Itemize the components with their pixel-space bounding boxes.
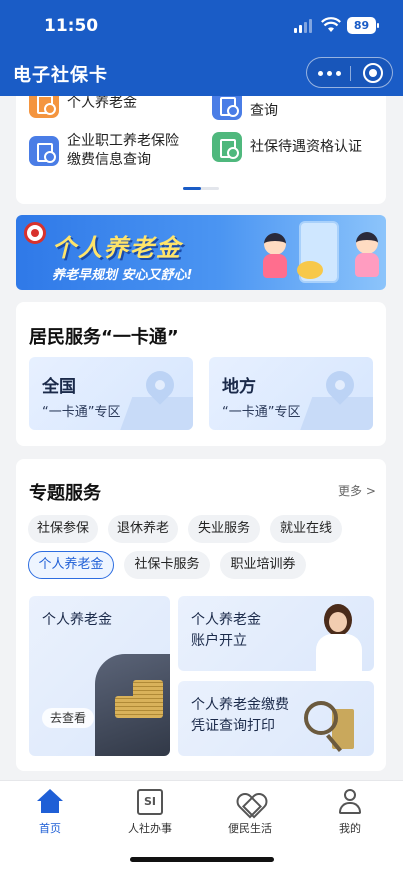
- more-link[interactable]: 更多 >: [338, 482, 376, 499]
- more-options-icon[interactable]: [318, 71, 342, 76]
- wifi-icon: [321, 17, 341, 32]
- tab-label: 便民生活: [228, 822, 272, 835]
- capsule-divider: [350, 66, 351, 81]
- services-grid-card: 个人养老金 查询 企业职工养老保险 缴费信息查询 社保待遇资格认证: [16, 96, 386, 204]
- grid-item-label: 社保待遇资格认证: [250, 138, 362, 155]
- status-time: 11:50: [44, 16, 99, 36]
- tab-label: 我的: [339, 822, 361, 835]
- grid-item-label: 个人养老金: [67, 96, 137, 111]
- topic-services-section: 专题服务 更多 > 社保参保 退休养老 失业服务 就业在线 个人养老金 社保卡服…: [16, 459, 386, 771]
- tile-title: 个人养老金: [42, 612, 112, 628]
- chip-card-service[interactable]: 社保卡服务: [124, 551, 210, 579]
- tile-title-line2: 凭证查询打印: [191, 718, 275, 734]
- woman-phone-illustration: [316, 604, 362, 671]
- grid-item-label-line1: 企业职工养老保险: [67, 133, 179, 149]
- zone-title: 全国: [42, 377, 76, 397]
- heart-hands-icon: [237, 789, 263, 815]
- grid-item-personal-pension[interactable]: 个人养老金: [29, 96, 137, 118]
- query-icon: [212, 96, 242, 120]
- chip-personal-pension[interactable]: 个人养老金: [28, 551, 114, 579]
- tile-title-line2: 账户开立: [191, 633, 247, 649]
- tab-services[interactable]: SI 人社办事: [100, 789, 200, 839]
- tab-label: 首页: [39, 822, 61, 835]
- tile-title-line1: 个人养老金缴费: [191, 697, 289, 713]
- grid-item-label: 查询: [250, 103, 278, 119]
- grid-item-label-line2: 缴费信息查询: [67, 152, 151, 168]
- national-zone-card[interactable]: 全国 “一卡通”专区: [29, 357, 193, 430]
- banner-subtitle: 养老早规划 安心又舒心!: [52, 268, 193, 283]
- zone-title: 地方: [222, 377, 256, 397]
- chip-training-voucher[interactable]: 职业培训券: [220, 551, 306, 579]
- tile-title-line1: 个人养老金: [191, 612, 261, 628]
- magnifier-illustration: [304, 701, 338, 735]
- top-header: 11:50 89 电子社保卡: [0, 0, 403, 96]
- chip-social-insurance[interactable]: 社保参保: [28, 515, 98, 543]
- app-title: 电子社保卡: [13, 65, 108, 86]
- document-search-icon: [29, 136, 59, 166]
- section-title: 专题服务: [29, 483, 101, 504]
- chip-unemployment[interactable]: 失业服务: [188, 515, 260, 543]
- person-icon: [337, 789, 363, 815]
- bottom-tab-bar: 首页 SI 人社办事 便民生活 我的: [0, 780, 403, 871]
- local-zone-card[interactable]: 地方 “一卡通”专区: [209, 357, 373, 430]
- tile-account-opening[interactable]: 个人养老金 账户开立: [178, 596, 374, 671]
- pension-banner[interactable]: 个人养老金 养老早规划 安心又舒心!: [16, 215, 386, 290]
- tile-personal-pension[interactable]: 个人养老金 去查看: [29, 596, 170, 756]
- home-icon: [37, 789, 63, 815]
- miniprogram-capsule: [306, 57, 393, 88]
- home-indicator: [130, 857, 274, 862]
- one-card-section: 居民服务“一卡通” 全国 “一卡通”专区 地方 “一卡通”专区: [16, 302, 386, 446]
- tab-mine[interactable]: 我的: [300, 789, 400, 839]
- zone-subtitle: “一卡通”专区: [42, 405, 121, 420]
- banner-title: 个人养老金: [52, 234, 182, 262]
- grid-item-qualification-cert[interactable]: 社保待遇资格认证: [212, 132, 362, 162]
- chip-employment[interactable]: 就业在线: [270, 515, 342, 543]
- emblem-logo: [24, 222, 46, 244]
- grid-item-query[interactable]: 查询: [212, 96, 278, 121]
- battery-icon: 89: [347, 17, 379, 34]
- status-bar: 11:50 89: [0, 0, 403, 52]
- view-button[interactable]: 去查看: [42, 708, 94, 728]
- chip-retirement[interactable]: 退休养老: [108, 515, 178, 543]
- page-indicator: [183, 187, 219, 190]
- close-miniprogram-icon[interactable]: [363, 63, 383, 83]
- tab-home[interactable]: 首页: [0, 789, 100, 839]
- section-title: 居民服务“一卡通”: [29, 327, 179, 348]
- main-content[interactable]: 个人养老金 查询 企业职工养老保险 缴费信息查询 社保待遇资格认证 个人养老金 …: [0, 96, 403, 780]
- zone-subtitle: “一卡通”专区: [222, 405, 301, 420]
- cellular-signal-icon: [294, 19, 314, 33]
- tile-payment-voucher[interactable]: 个人养老金缴费 凭证查询打印: [178, 681, 374, 756]
- page-indicator-active: [183, 187, 201, 190]
- tab-life[interactable]: 便民生活: [200, 789, 300, 839]
- si-icon: SI: [137, 789, 163, 815]
- tab-label: 人社办事: [128, 822, 172, 835]
- grid-item-pension-payment-query[interactable]: 企业职工养老保险 缴费信息查询: [29, 132, 179, 170]
- shield-check-icon: [212, 132, 242, 162]
- pension-icon: [29, 96, 59, 118]
- coin-illustration: [297, 261, 323, 279]
